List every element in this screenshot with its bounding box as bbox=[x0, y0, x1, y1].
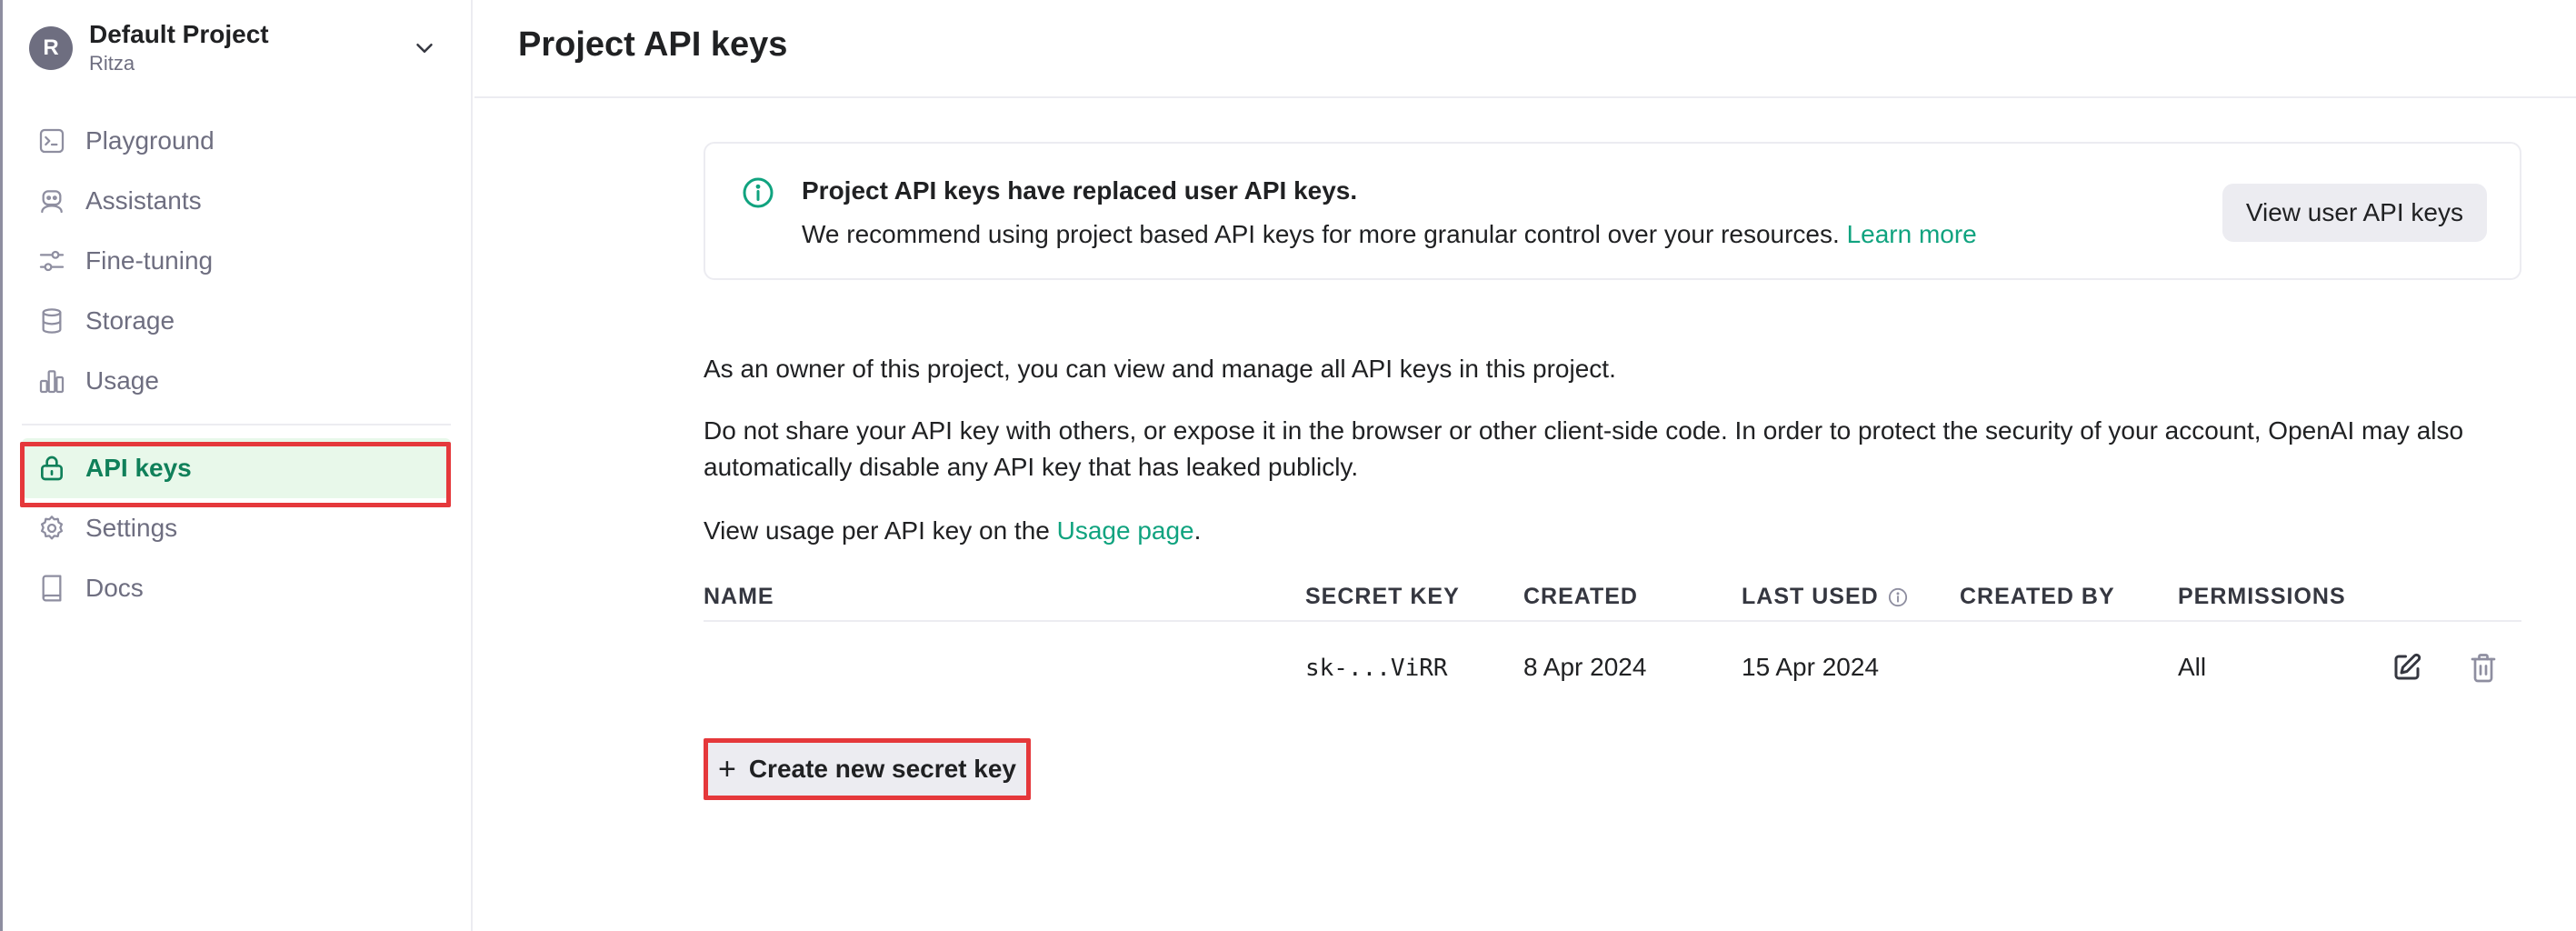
usage-note-suffix: . bbox=[1193, 516, 1202, 545]
usage-note: View usage per API key on the Usage page… bbox=[704, 513, 1201, 549]
sidebar-item-label: Settings bbox=[85, 514, 178, 542]
page-title: Project API keys bbox=[518, 25, 788, 64]
info-icon[interactable] bbox=[1888, 587, 1908, 607]
sidebar-item-label: Storage bbox=[85, 306, 175, 335]
window-edge bbox=[0, 0, 3, 931]
view-user-api-keys-button[interactable]: View user API keys bbox=[2222, 184, 2487, 242]
sidebar-nav: Playground Assistants Fine-tuning Storag… bbox=[22, 111, 451, 618]
trash-icon[interactable] bbox=[2467, 651, 2500, 684]
notice-banner: Project API keys have replaced user API … bbox=[704, 142, 2521, 280]
edit-icon[interactable] bbox=[2391, 651, 2423, 684]
permissions-value: All bbox=[2178, 653, 2207, 681]
column-header-last-used: LAST USED bbox=[1742, 584, 1908, 610]
bar-chart-icon bbox=[36, 365, 67, 396]
learn-more-link[interactable]: Learn more bbox=[1847, 220, 1977, 248]
table-row: sk-...ViRR 8 Apr 2024 15 Apr 2024 All bbox=[704, 622, 2521, 713]
notice-body: We recommend using project based API key… bbox=[802, 220, 1977, 249]
robot-icon bbox=[36, 185, 67, 216]
create-button-label: Create new secret key bbox=[748, 755, 1017, 783]
sidebar-item-label: Playground bbox=[85, 126, 215, 155]
app: R Default Project Ritza Playground Assis… bbox=[0, 0, 2576, 931]
project-switcher[interactable]: R Default Project Ritza bbox=[29, 16, 438, 80]
usage-note-prefix: View usage per API key on the bbox=[704, 516, 1057, 545]
terminal-icon bbox=[36, 125, 67, 156]
owner-description: As an owner of this project, you can vie… bbox=[704, 355, 1616, 383]
lock-icon bbox=[36, 453, 67, 484]
organization-name: Ritza bbox=[89, 52, 135, 75]
notice-title: Project API keys have replaced user API … bbox=[802, 176, 1358, 205]
api-keys-table: NAME SECRET KEY CREATED LAST USED CREATE… bbox=[704, 576, 2521, 713]
info-icon bbox=[743, 177, 774, 208]
sidebar-item-docs[interactable]: Docs bbox=[22, 558, 451, 618]
sidebar-item-playground[interactable]: Playground bbox=[22, 111, 451, 171]
sidebar-item-label: Docs bbox=[85, 574, 144, 602]
sidebar: R Default Project Ritza Playground Assis… bbox=[0, 0, 473, 931]
security-warning: Do not share your API key with others, o… bbox=[704, 416, 2464, 481]
sidebar-item-fine-tuning[interactable]: Fine-tuning bbox=[22, 231, 451, 291]
sliders-icon bbox=[36, 245, 67, 276]
column-header-last-used-label: LAST USED bbox=[1742, 584, 1879, 609]
main-content: Project API keys have replaced user API … bbox=[704, 142, 2521, 800]
sidebar-item-storage[interactable]: Storage bbox=[22, 291, 451, 351]
sidebar-item-settings[interactable]: Settings bbox=[22, 498, 451, 558]
created-date: 8 Apr 2024 bbox=[1523, 653, 1647, 681]
sidebar-item-label: Usage bbox=[85, 366, 159, 395]
gear-icon bbox=[36, 513, 67, 544]
column-header-name: NAME bbox=[704, 584, 774, 609]
sidebar-item-label: Assistants bbox=[85, 186, 202, 215]
sidebar-item-usage[interactable]: Usage bbox=[22, 351, 451, 411]
sidebar-item-label: Fine-tuning bbox=[85, 246, 214, 275]
column-header-permissions: PERMISSIONS bbox=[2178, 584, 2346, 609]
secret-key-value: sk-...ViRR bbox=[1305, 655, 1448, 682]
column-header-created: CREATED bbox=[1523, 584, 1638, 609]
page-header: Project API keys bbox=[474, 0, 2576, 98]
book-icon bbox=[36, 573, 67, 604]
sidebar-item-label: API keys bbox=[85, 454, 192, 482]
plus-icon: + bbox=[717, 752, 736, 786]
sidebar-item-api-keys[interactable]: API keys bbox=[22, 438, 451, 498]
last-used-date: 15 Apr 2024 bbox=[1742, 653, 1880, 681]
sidebar-item-assistants[interactable]: Assistants bbox=[22, 171, 451, 231]
avatar: R bbox=[29, 26, 73, 70]
usage-page-link[interactable]: Usage page bbox=[1057, 516, 1194, 545]
database-icon bbox=[36, 305, 67, 336]
table-header: NAME SECRET KEY CREATED LAST USED CREATE… bbox=[704, 576, 2521, 622]
sidebar-divider bbox=[22, 424, 451, 425]
column-header-created-by: CREATED BY bbox=[1960, 584, 2115, 609]
project-name: Default Project bbox=[89, 20, 269, 48]
notice-text: We recommend using project based API key… bbox=[802, 220, 1840, 248]
chevron-down-icon[interactable] bbox=[411, 35, 438, 62]
column-header-secret-key: SECRET KEY bbox=[1305, 584, 1460, 609]
create-new-secret-key-button[interactable]: + Create new secret key bbox=[704, 738, 1031, 800]
